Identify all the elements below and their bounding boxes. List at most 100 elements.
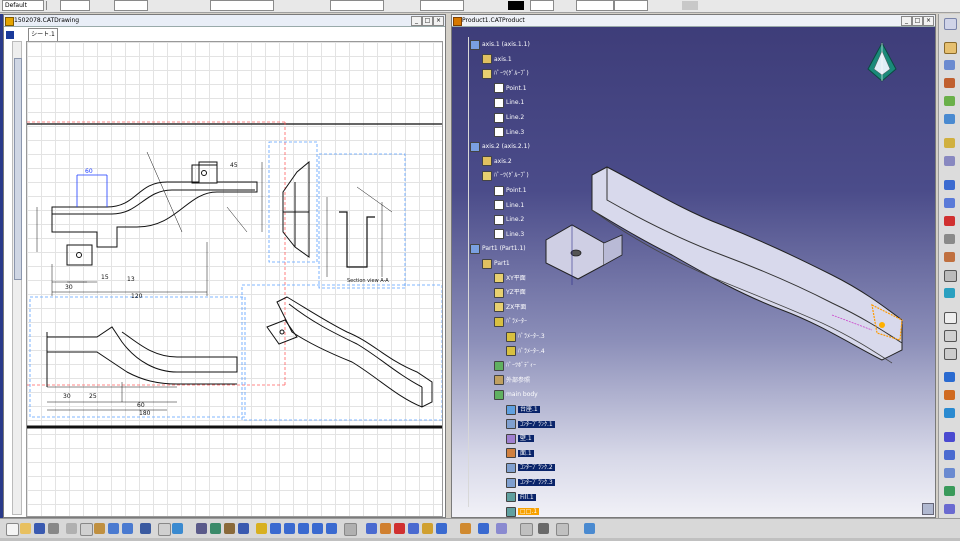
tree-node[interactable]: ﾊﾟｰﾂ(ｸﾞﾙｰﾌﾟ): [482, 170, 529, 181]
print-icon[interactable]: [48, 523, 59, 534]
update-icon[interactable]: [196, 523, 207, 534]
pattern-icon[interactable]: [682, 1, 698, 10]
color-combo[interactable]: [530, 0, 554, 11]
font-combo[interactable]: [60, 0, 90, 11]
tool-mirror-icon[interactable]: [944, 288, 955, 298]
clash-icon[interactable]: [584, 523, 595, 534]
tool-circle-icon[interactable]: [944, 468, 955, 478]
tool-pad-icon[interactable]: [944, 60, 955, 70]
tree-node[interactable]: Point.1: [494, 83, 527, 94]
snap-icon[interactable]: [556, 523, 569, 536]
annotation-icon[interactable]: [460, 523, 471, 534]
tree-node[interactable]: ﾊﾟﾗﾒｰﾀｰ.3: [506, 331, 545, 342]
macro-icon[interactable]: [224, 523, 235, 534]
fly-mode-icon[interactable]: [238, 523, 249, 534]
knowledge-icon[interactable]: [172, 523, 183, 534]
tool-pocket-icon[interactable]: [944, 78, 955, 88]
tool-sketch-icon[interactable]: [944, 18, 957, 30]
tree-node[interactable]: 面.1: [506, 448, 534, 459]
tab-sheet-1[interactable]: シート.1: [28, 28, 58, 41]
tree-node[interactable]: ﾊﾟｰﾂ(ｸﾞﾙｰﾌﾟ): [482, 68, 529, 79]
tree-node[interactable]: main body: [494, 389, 538, 400]
product-maximize-button[interactable]: □: [912, 16, 923, 26]
minimize-button[interactable]: _: [411, 16, 422, 26]
paste-icon[interactable]: [94, 523, 105, 534]
tool-shaft-icon[interactable]: [944, 96, 955, 106]
swap-visible-icon[interactable]: [394, 523, 405, 534]
vertical-scrollbar[interactable]: [12, 41, 22, 515]
tool-fillet-icon[interactable]: [944, 198, 955, 208]
tool-rib-icon[interactable]: [944, 138, 955, 148]
new-icon[interactable]: [6, 523, 19, 536]
undo-icon[interactable]: [108, 523, 119, 534]
tool-point-icon[interactable]: [944, 432, 955, 442]
tree-node[interactable]: Part1 (Part1.1): [470, 243, 526, 254]
cut-icon[interactable]: [66, 523, 77, 534]
text-style-combo[interactable]: [210, 0, 274, 11]
scale-combo[interactable]: [420, 0, 464, 11]
tool-groove-icon[interactable]: [944, 114, 955, 124]
catalog-icon[interactable]: [210, 523, 221, 534]
tree-node[interactable]: ｺﾝﾀｰﾌﾞﾗﾝｸ.2: [506, 462, 555, 473]
zoom-out-icon[interactable]: [312, 523, 323, 534]
product-minimize-button[interactable]: _: [901, 16, 912, 26]
material-icon[interactable]: [422, 523, 433, 534]
tree-toggle-icon[interactable]: [6, 31, 14, 39]
fit-all-icon[interactable]: [256, 523, 267, 534]
tool-thickness-icon[interactable]: [944, 270, 957, 282]
tree-node[interactable]: YZ平面: [494, 287, 526, 298]
close-button[interactable]: ×: [433, 16, 444, 26]
rotate-icon[interactable]: [284, 523, 295, 534]
pan-icon[interactable]: [270, 523, 281, 534]
tool-line-icon[interactable]: [944, 450, 955, 460]
tool-analysis-icon[interactable]: [944, 390, 955, 400]
tree-node[interactable]: Line.2: [494, 112, 524, 123]
tool-shell-icon[interactable]: [944, 252, 955, 262]
layer-combo[interactable]: [330, 0, 384, 11]
tool-hole-icon[interactable]: [944, 180, 955, 190]
tool-view-icon[interactable]: [944, 348, 957, 360]
tree-node[interactable]: ﾊﾟﾗﾒｰﾀｰ.4: [506, 346, 545, 357]
tree-node[interactable]: Line.1: [494, 200, 524, 211]
tree-node[interactable]: Line.3: [494, 229, 524, 240]
copy-icon[interactable]: [80, 523, 93, 536]
drawing-sheet[interactable]: 60 30 15 120 13 45 Section view A-A 30 2…: [26, 41, 443, 517]
product-close-button[interactable]: ×: [923, 16, 934, 26]
scrollbar-thumb[interactable]: [14, 58, 22, 280]
tree-node[interactable]: ZX平面: [494, 302, 526, 313]
formula-icon[interactable]: [158, 523, 171, 536]
line-weight-combo[interactable]: [614, 0, 648, 11]
tree-node[interactable]: Line.3: [494, 127, 524, 138]
layer-filter-icon[interactable]: [436, 523, 447, 534]
tool-apply-material-icon[interactable]: [944, 408, 955, 418]
tool-curve-icon[interactable]: [944, 504, 955, 514]
tree-node[interactable]: XY平面: [494, 273, 526, 284]
tool-text-icon[interactable]: [944, 312, 957, 324]
view-mode-icon[interactable]: [478, 523, 489, 534]
tree-node[interactable]: ｺﾝﾀｰﾌﾞﾗﾝｸ.3: [506, 477, 555, 488]
table-icon[interactable]: [520, 523, 533, 536]
tree-node[interactable]: Point.1: [494, 185, 527, 196]
tree-node[interactable]: □□.1: [506, 506, 540, 517]
tree-node[interactable]: Fill.1: [506, 492, 536, 503]
normal-view-icon[interactable]: [326, 523, 337, 534]
hide-show-icon[interactable]: [380, 523, 391, 534]
tool-draft-icon[interactable]: [944, 234, 955, 244]
tool-chamfer-icon[interactable]: [944, 216, 955, 226]
properties-icon[interactable]: [408, 523, 419, 534]
shading-icon[interactable]: [366, 523, 377, 534]
zoom-in-icon[interactable]: [298, 523, 309, 534]
line-type-combo[interactable]: [576, 0, 614, 11]
tree-node[interactable]: 外部参照: [494, 375, 530, 386]
tree-node[interactable]: axis.2: [482, 156, 512, 167]
grid-icon[interactable]: [538, 523, 549, 534]
open-icon[interactable]: [20, 523, 31, 534]
tool-format-icon[interactable]: [944, 330, 957, 342]
tree-node[interactable]: ｺﾝﾀｰﾌﾞﾗﾝｸ.1: [506, 419, 555, 430]
color-swatch-icon[interactable]: [508, 1, 524, 10]
tree-node[interactable]: Line.1: [494, 97, 524, 108]
tree-node[interactable]: axis.2 (axis.2.1): [470, 141, 530, 152]
tool-plane-icon[interactable]: [944, 42, 957, 54]
style-combo[interactable]: Default: [2, 0, 44, 11]
tool-spline-icon[interactable]: [944, 486, 955, 496]
